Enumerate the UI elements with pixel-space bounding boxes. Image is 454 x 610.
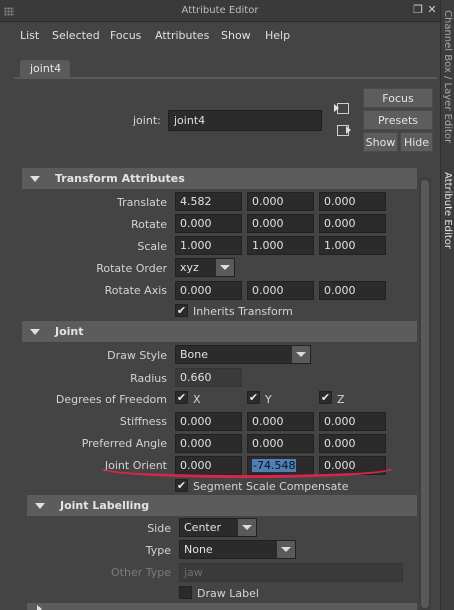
stiffness-z-field[interactable]: 0.000: [319, 412, 386, 431]
section-title: Transform Attributes: [55, 172, 185, 185]
translate-y-field[interactable]: 0.000: [247, 192, 314, 211]
tab-attribute-editor[interactable]: Attribute Editor: [442, 172, 453, 249]
rotate-axis-y-field[interactable]: 0.000: [247, 281, 314, 300]
menu-bar: List Selected Focus Attributes Show Help: [0, 22, 440, 48]
menu-attributes[interactable]: Attributes: [155, 29, 209, 42]
chevron-down-icon: [277, 541, 295, 558]
expand-triangle-icon: [37, 605, 47, 610]
section-joint-labelling[interactable]: Joint Labelling: [27, 495, 417, 516]
menu-focus[interactable]: Focus: [110, 29, 141, 42]
stiffness-x-field[interactable]: 0.000: [175, 412, 242, 431]
node-type-label: joint:: [133, 114, 161, 127]
rotate-axis-label: Rotate Axis: [104, 284, 167, 297]
rotate-y-field[interactable]: 0.000: [247, 214, 314, 233]
title-bar: Attribute Editor ❐ ✕: [0, 0, 440, 22]
scale-z-field[interactable]: 1.000: [319, 236, 386, 255]
input-connection-icon[interactable]: [334, 100, 352, 116]
dof-label: Degrees of Freedom: [55, 393, 167, 406]
presets-button[interactable]: Presets: [363, 110, 433, 130]
menu-list[interactable]: List: [20, 29, 39, 42]
translate-z-field[interactable]: 0.000: [319, 192, 386, 211]
hide-button[interactable]: Hide: [400, 132, 433, 152]
preferred-angle-z-field[interactable]: 0.000: [319, 434, 386, 453]
stiffness-label: Stiffness: [119, 415, 167, 428]
close-icon[interactable]: ✕: [426, 4, 438, 16]
inherits-transform-label: Inherits Transform: [193, 305, 293, 318]
scale-x-field[interactable]: 1.000: [175, 236, 242, 255]
translate-x-field[interactable]: 4.582: [175, 192, 242, 211]
draw-label-label: Draw Label: [197, 587, 259, 600]
collapse-triangle-icon: [35, 503, 45, 509]
stiffness-y-field[interactable]: 0.000: [247, 412, 314, 431]
side-value: Center: [184, 521, 222, 534]
rotate-z-field[interactable]: 0.000: [319, 214, 386, 233]
draw-label-checkbox[interactable]: [179, 586, 192, 599]
scale-label: Scale: [137, 240, 167, 253]
segment-scale-label: Segment Scale Compensate: [193, 480, 349, 493]
section-title: Joint Labelling: [60, 499, 150, 512]
rotate-x-field[interactable]: 0.000: [175, 214, 242, 233]
annotation-underline: [102, 469, 392, 478]
preferred-angle-x-field[interactable]: 0.000: [175, 434, 242, 453]
dof-x-checkbox[interactable]: ✔: [175, 391, 188, 404]
section-title: Joint: [55, 325, 84, 338]
menu-selected[interactable]: Selected: [52, 29, 100, 42]
dof-y-label: Y: [265, 393, 272, 406]
type-dropdown[interactable]: None: [179, 540, 296, 559]
chevron-down-icon: [216, 259, 234, 276]
draw-style-label: Draw Style: [107, 349, 167, 362]
dof-y-checkbox[interactable]: ✔: [247, 391, 260, 404]
draw-style-dropdown[interactable]: Bone: [175, 345, 311, 364]
dof-z-checkbox[interactable]: ✔: [319, 391, 332, 404]
radius-field[interactable]: 0.660: [175, 368, 242, 387]
type-value: None: [184, 543, 213, 556]
dock-side-tabs: Channel Box / Layer Editor Attribute Edi…: [440, 0, 454, 610]
rotate-axis-z-field[interactable]: 0.000: [319, 281, 386, 300]
rotate-label: Rotate: [130, 218, 167, 231]
chevron-down-icon: [238, 519, 256, 536]
tab-channel-box[interactable]: Channel Box / Layer Editor: [442, 10, 453, 143]
node-name-field[interactable]: joint4: [168, 110, 322, 131]
menu-show[interactable]: Show: [221, 29, 251, 42]
preferred-angle-y-field[interactable]: 0.000: [247, 434, 314, 453]
tab-divider: [14, 77, 437, 79]
show-button[interactable]: Show: [363, 132, 398, 152]
collapse-triangle-icon: [30, 176, 40, 182]
type-label: Type: [145, 544, 171, 557]
translate-label: Translate: [117, 196, 167, 209]
menu-help[interactable]: Help: [265, 29, 290, 42]
output-connection-icon[interactable]: [334, 122, 352, 138]
tab-joint4[interactable]: joint4: [20, 60, 70, 78]
dof-z-label: Z: [337, 393, 345, 406]
preferred-angle-label: Preferred Angle: [81, 437, 167, 450]
side-label: Side: [147, 522, 171, 535]
scale-y-field[interactable]: 1.000: [247, 236, 314, 255]
float-window-icon[interactable]: ❐: [412, 4, 424, 16]
section-transform-attributes[interactable]: Transform Attributes: [22, 168, 417, 189]
scrollbar-thumb[interactable]: [421, 180, 429, 608]
inherits-transform-checkbox[interactable]: ✔: [175, 304, 188, 317]
rotate-order-value: xyz: [180, 261, 199, 274]
side-dropdown[interactable]: Center: [179, 518, 257, 537]
other-type-label: Other Type: [111, 566, 171, 579]
focus-button[interactable]: Focus: [363, 88, 433, 108]
rotate-order-label: Rotate Order: [96, 262, 167, 275]
segment-scale-checkbox[interactable]: ✔: [175, 479, 188, 492]
scrollbar[interactable]: [419, 178, 431, 610]
draw-style-value: Bone: [180, 348, 209, 361]
rotate-order-dropdown[interactable]: xyz: [175, 258, 235, 277]
radius-label: Radius: [130, 372, 167, 385]
dof-x-label: X: [193, 393, 201, 406]
window-title: Attribute Editor: [181, 5, 259, 16]
other-type-field: jaw: [179, 563, 403, 582]
rotate-axis-x-field[interactable]: 0.000: [175, 281, 242, 300]
section-joint[interactable]: Joint: [22, 321, 417, 342]
chevron-down-icon: [292, 346, 310, 363]
collapse-triangle-icon: [30, 329, 40, 335]
section-collapsed[interactable]: [27, 603, 417, 610]
